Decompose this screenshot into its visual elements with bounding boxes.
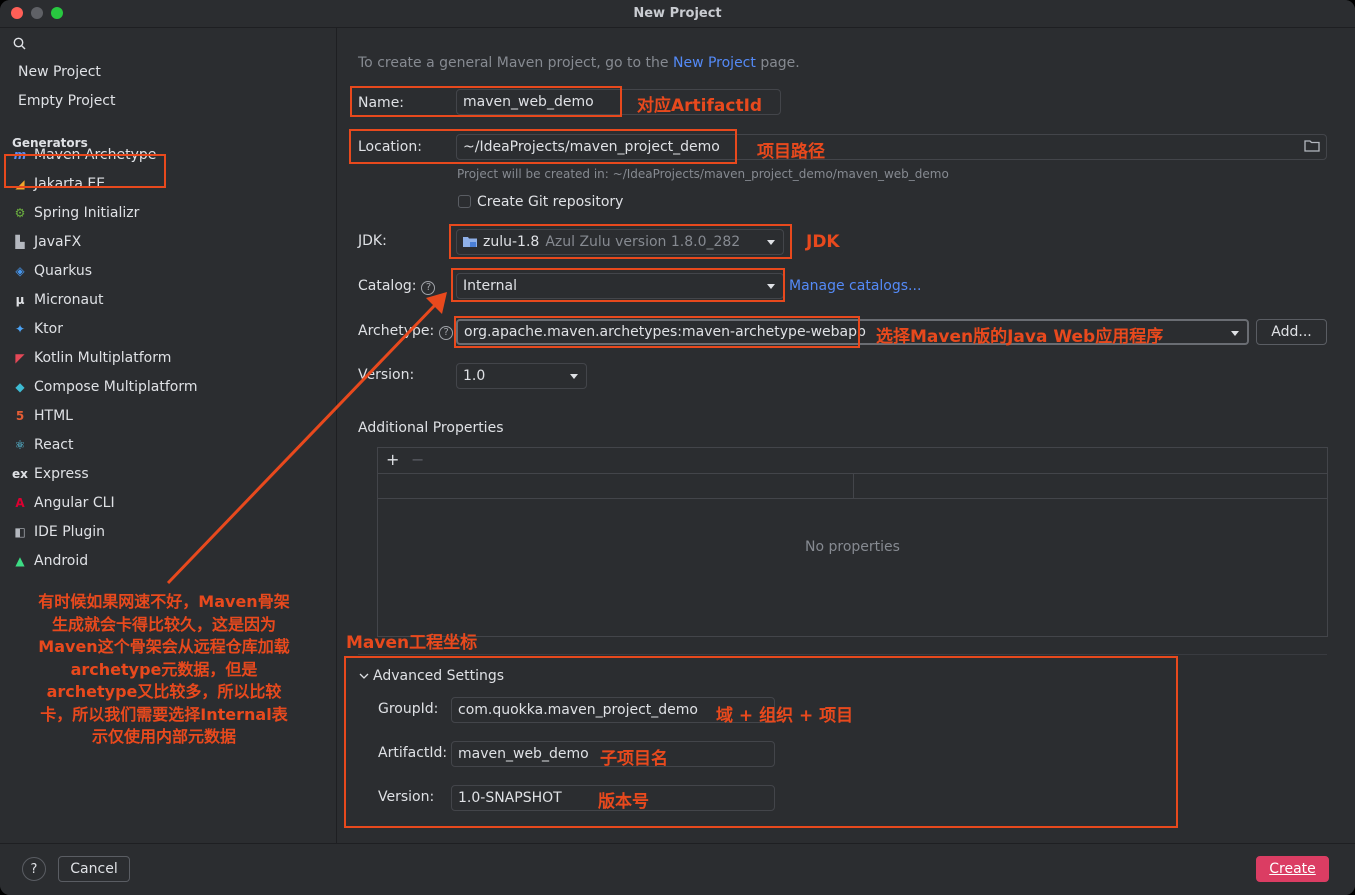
annotation-arrow: [166, 292, 447, 585]
new-project-window: New Project New Project Empty Project Ge…: [0, 0, 1355, 895]
